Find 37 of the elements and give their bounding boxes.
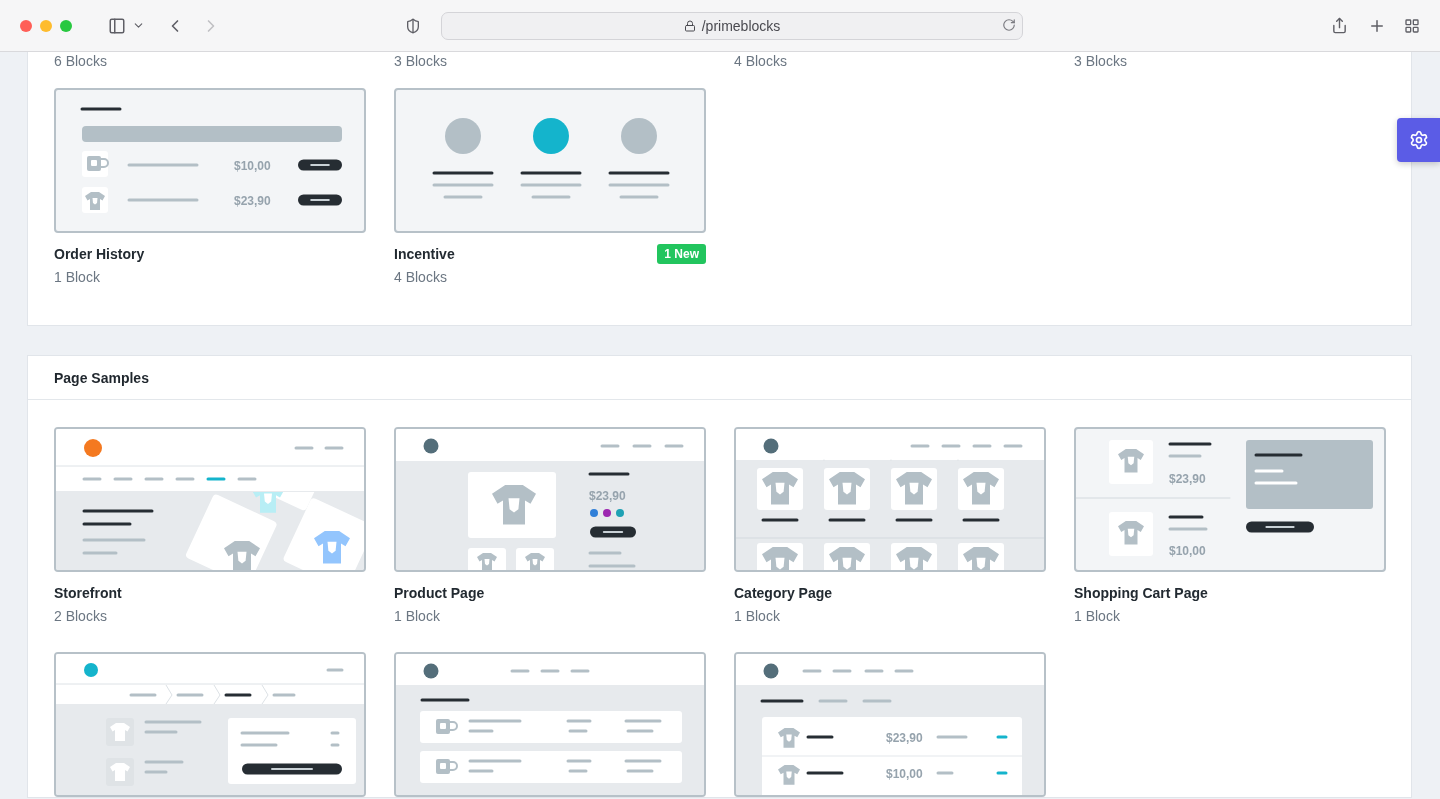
card-title[interactable]: Order History [54, 246, 145, 262]
block-count: 2 Blocks [54, 607, 108, 625]
block-count: 6 Blocks [54, 52, 108, 70]
block-count: 4 Blocks [734, 52, 788, 70]
settings-icon [1408, 130, 1429, 150]
price-text: $10,00 [234, 159, 271, 173]
price-text: $23,90 [886, 731, 923, 745]
block-count: 1 Block [54, 268, 101, 286]
address-field[interactable]: /primeblocks [441, 11, 1023, 40]
lock-icon [683, 19, 696, 32]
price-text: $23,90 [1169, 472, 1206, 486]
card-title[interactable]: Shopping Cart Page [1074, 585, 1208, 601]
reload-icon[interactable] [1002, 17, 1016, 32]
url-text: /primeblocks [701, 17, 781, 34]
sidebar-icon[interactable] [108, 16, 126, 35]
zoom-window-button[interactable] [60, 19, 72, 32]
card-title[interactable]: Storefront [54, 585, 122, 601]
block-count: 1 Block [394, 607, 441, 625]
card-title[interactable]: Product Page [394, 585, 485, 601]
section-title: Page Samples [54, 369, 149, 386]
price-text: $23,90 [234, 194, 271, 208]
block-count: 3 Blocks [394, 52, 448, 70]
new-badge: 1 New [657, 244, 706, 264]
card-title[interactable]: Incentive [394, 246, 455, 262]
block-count: 4 Blocks [394, 268, 448, 286]
block-count: 1 Block [734, 607, 781, 625]
tab-grid-icon[interactable] [1404, 17, 1420, 34]
price-text: $10,00 [886, 767, 923, 781]
block-count: 1 Block [1074, 607, 1121, 625]
close-window-button[interactable] [20, 19, 32, 32]
shield-icon[interactable] [405, 17, 421, 34]
price-text: $10,00 [1169, 544, 1206, 558]
price-text: $23,90 [589, 489, 626, 503]
share-icon[interactable] [1331, 17, 1348, 34]
block-count: 3 Blocks [1074, 52, 1128, 70]
settings-button[interactable] [1397, 118, 1440, 162]
card-title[interactable]: Category Page [734, 585, 833, 601]
